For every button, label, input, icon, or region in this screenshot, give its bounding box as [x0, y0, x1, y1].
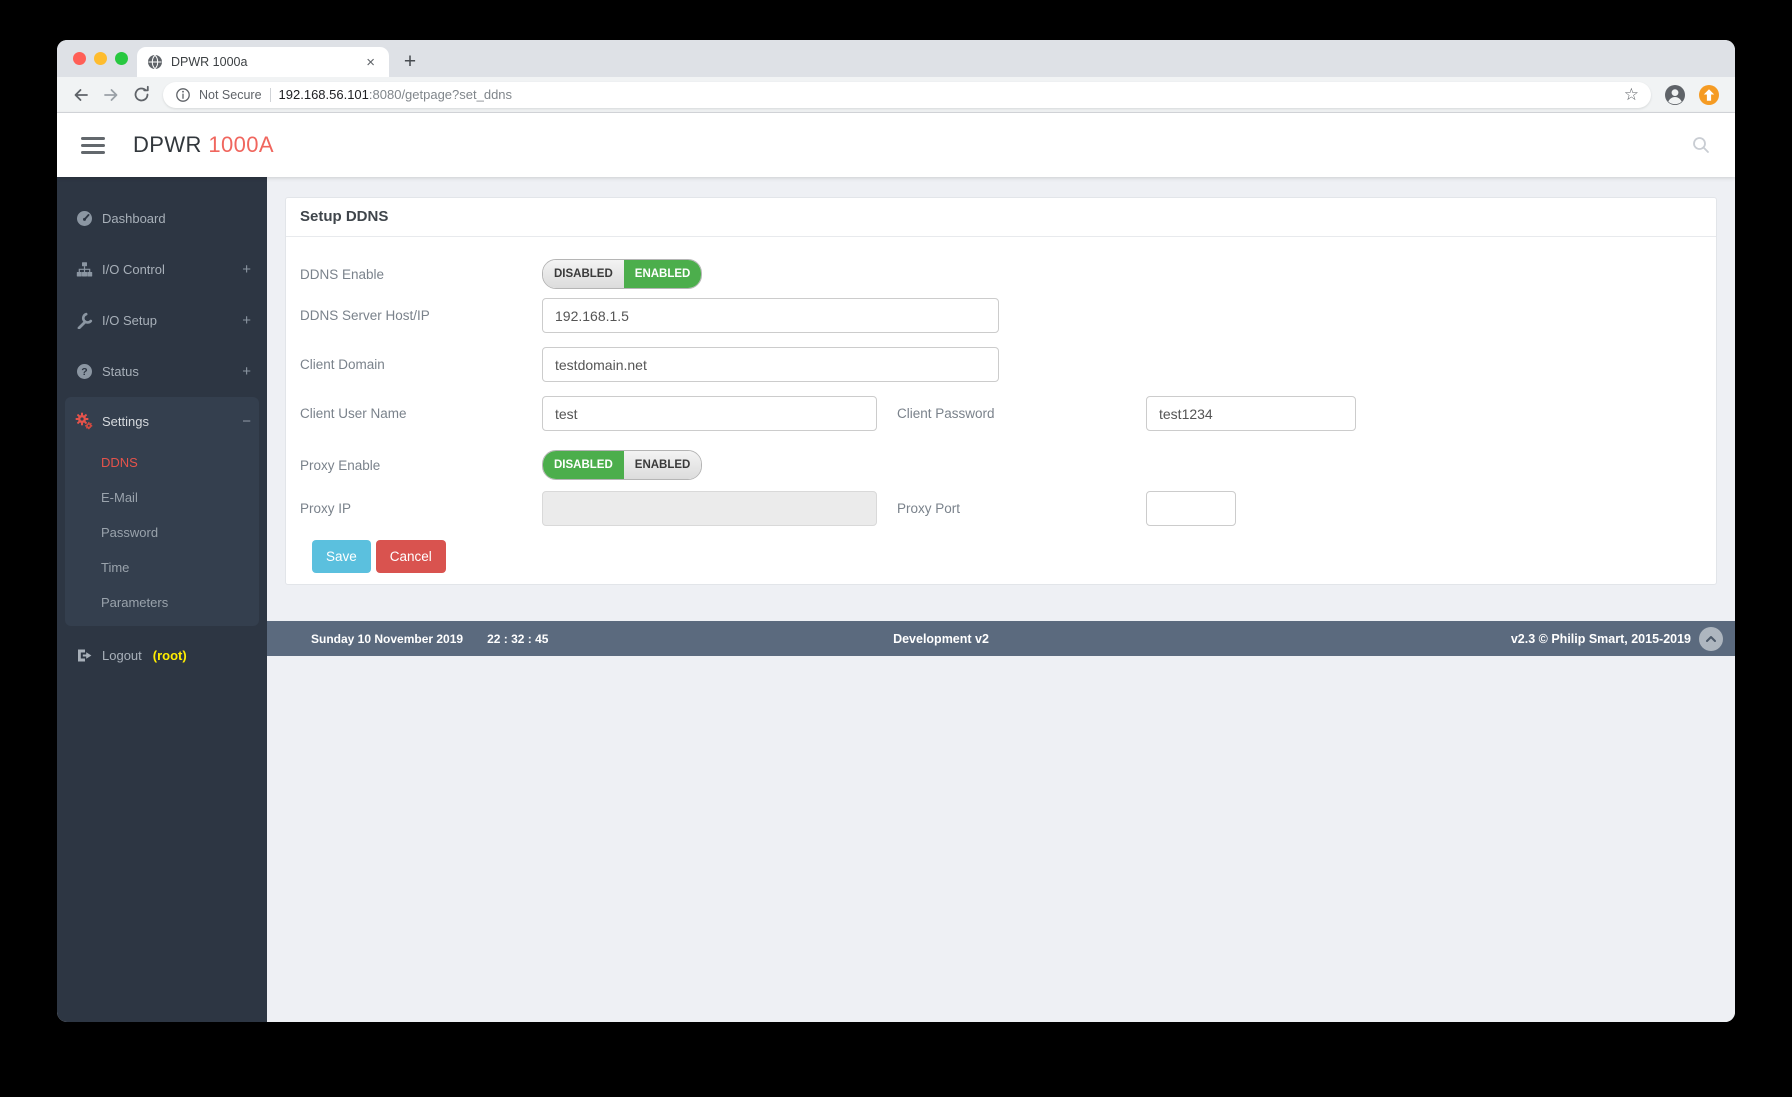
- url-host: 192.168.56.101: [279, 87, 369, 102]
- chevron-up-icon: [1705, 635, 1717, 643]
- ddns-enable-toggle[interactable]: DISABLED ENABLED: [542, 259, 702, 289]
- minimize-window-button[interactable]: [94, 52, 107, 65]
- sign-out-icon: [75, 647, 93, 664]
- tab-close-icon[interactable]: ×: [362, 53, 379, 72]
- url-text: 192.168.56.101:8080/getpage?set_ddns: [279, 87, 513, 102]
- sidebar-item-io-setup[interactable]: I/O Setup +: [57, 295, 267, 346]
- ddns-enable-enabled-option[interactable]: ENABLED: [624, 260, 702, 288]
- ddns-server-label: DDNS Server Host/IP: [300, 308, 542, 323]
- app-body: Dashboard I/O Control + I/O Setup +: [57, 177, 1735, 1022]
- sidebar-item-label: Settings: [102, 414, 149, 429]
- client-password-input[interactable]: [1146, 396, 1356, 431]
- sidebar-item-label: I/O Control: [102, 262, 165, 277]
- ddns-enable-disabled-option[interactable]: DISABLED: [543, 260, 624, 288]
- brand-model-text: 1000A: [208, 132, 274, 157]
- dashboard-gauge-icon: [75, 210, 93, 227]
- zoom-window-button[interactable]: [115, 52, 128, 65]
- sidebar-item-label: I/O Setup: [102, 313, 157, 328]
- sidebar-subitem-ddns[interactable]: DDNS: [65, 445, 259, 480]
- ddns-enable-label: DDNS Enable: [300, 267, 542, 282]
- app-header: DPWR 1000A: [57, 113, 1735, 177]
- tab-title: DPWR 1000a: [171, 55, 354, 69]
- client-username-label: Client User Name: [300, 406, 542, 421]
- footer-date: Sunday 10 November 2019: [311, 632, 463, 646]
- sidebar-nav: Dashboard I/O Control + I/O Setup +: [57, 177, 267, 1022]
- window-controls: [73, 52, 128, 65]
- desktop-background: DPWR 1000a × + Not Secure 192.168: [0, 0, 1792, 1097]
- sidebar-subitem-parameters[interactable]: Parameters: [65, 585, 259, 620]
- browser-window: DPWR 1000a × + Not Secure 192.168: [57, 40, 1735, 1022]
- proxy-enable-disabled-option[interactable]: DISABLED: [543, 451, 624, 479]
- page-title: Setup DDNS: [286, 198, 1716, 237]
- logout-label: Logout: [102, 648, 142, 663]
- expand-plus-icon[interactable]: +: [242, 312, 251, 329]
- browser-toolbar: Not Secure 192.168.56.101:8080/getpage?s…: [57, 77, 1735, 113]
- app-logo[interactable]: DPWR 1000A: [133, 132, 274, 158]
- reload-icon[interactable]: [127, 81, 155, 109]
- proxy-ip-input: [542, 491, 877, 526]
- sidebar-subitem-password[interactable]: Password: [65, 515, 259, 550]
- security-status-label: Not Secure: [199, 88, 262, 102]
- proxy-enable-enabled-option[interactable]: ENABLED: [624, 451, 702, 479]
- tab-favicon-globe-icon: [147, 54, 163, 70]
- svg-text:?: ?: [81, 366, 87, 378]
- proxy-port-label: Proxy Port: [877, 501, 1146, 516]
- proxy-enable-toggle[interactable]: DISABLED ENABLED: [542, 450, 702, 480]
- bookmark-star-icon[interactable]: ☆: [1624, 86, 1639, 103]
- expand-plus-icon[interactable]: +: [242, 261, 251, 278]
- client-password-label: Client Password: [877, 406, 1146, 421]
- address-bar[interactable]: Not Secure 192.168.56.101:8080/getpage?s…: [163, 82, 1651, 108]
- logged-in-user: (root): [153, 648, 187, 663]
- new-tab-button[interactable]: +: [395, 47, 425, 77]
- url-path: :8080/getpage?set_ddns: [369, 87, 512, 102]
- ddns-server-input[interactable]: [542, 298, 999, 333]
- setup-ddns-card: Setup DDNS DDNS Enable DISABLED ENABLED …: [285, 197, 1717, 585]
- gears-icon: [75, 412, 93, 430]
- proxy-ip-label: Proxy IP: [300, 501, 542, 516]
- settings-menu-group: Settings − DDNS E-Mail Password Time Par…: [65, 397, 259, 626]
- question-circle-icon: ?: [75, 363, 93, 380]
- close-window-button[interactable]: [73, 52, 86, 65]
- collapse-minus-icon[interactable]: −: [242, 413, 251, 430]
- footer-clock: 22 : 32 : 45: [487, 632, 548, 646]
- main-content: Setup DDNS DDNS Enable DISABLED ENABLED …: [267, 177, 1735, 1022]
- back-icon[interactable]: [67, 81, 95, 109]
- wrench-icon: [75, 312, 93, 329]
- footer-status-bar: Sunday 10 November 2019 22 : 32 : 45 Dev…: [267, 621, 1735, 656]
- cancel-button[interactable]: Cancel: [376, 540, 446, 573]
- scroll-to-top-button[interactable]: [1699, 627, 1723, 651]
- profile-avatar-icon[interactable]: [1662, 82, 1688, 108]
- sidebar-item-status[interactable]: ? Status +: [57, 346, 267, 397]
- expand-plus-icon[interactable]: +: [242, 363, 251, 380]
- sidebar-subitem-email[interactable]: E-Mail: [65, 480, 259, 515]
- client-domain-input[interactable]: [542, 347, 999, 382]
- info-icon[interactable]: [175, 87, 191, 103]
- menu-toggle-icon[interactable]: [81, 137, 105, 154]
- sitemap-icon: [75, 261, 93, 278]
- sidebar-item-settings[interactable]: Settings −: [65, 397, 259, 445]
- header-search-button[interactable]: [1691, 135, 1711, 155]
- proxy-port-input[interactable]: [1146, 491, 1236, 526]
- extension-icon[interactable]: [1696, 82, 1722, 108]
- browser-tab[interactable]: DPWR 1000a ×: [137, 47, 389, 77]
- sidebar-item-label: Dashboard: [102, 211, 166, 226]
- forward-icon[interactable]: [97, 81, 125, 109]
- sidebar-item-label: Status: [102, 364, 139, 379]
- proxy-enable-label: Proxy Enable: [300, 458, 542, 473]
- browser-tab-bar: DPWR 1000a × +: [57, 40, 1735, 77]
- sidebar-item-logout[interactable]: Logout (root): [57, 640, 267, 670]
- sidebar-subitem-time[interactable]: Time: [65, 550, 259, 585]
- omnibox-divider: [270, 88, 271, 102]
- sidebar-item-io-control[interactable]: I/O Control +: [57, 244, 267, 295]
- search-icon: [1691, 135, 1711, 155]
- ddns-form: DDNS Enable DISABLED ENABLED DDNS Server…: [286, 259, 1716, 573]
- client-domain-label: Client Domain: [300, 357, 542, 372]
- sidebar-item-dashboard[interactable]: Dashboard: [57, 193, 267, 244]
- client-username-input[interactable]: [542, 396, 877, 431]
- brand-text: DPWR: [133, 132, 202, 157]
- footer-copyright: v2.3 © Philip Smart, 2015-2019: [1511, 632, 1691, 646]
- save-button[interactable]: Save: [312, 540, 371, 573]
